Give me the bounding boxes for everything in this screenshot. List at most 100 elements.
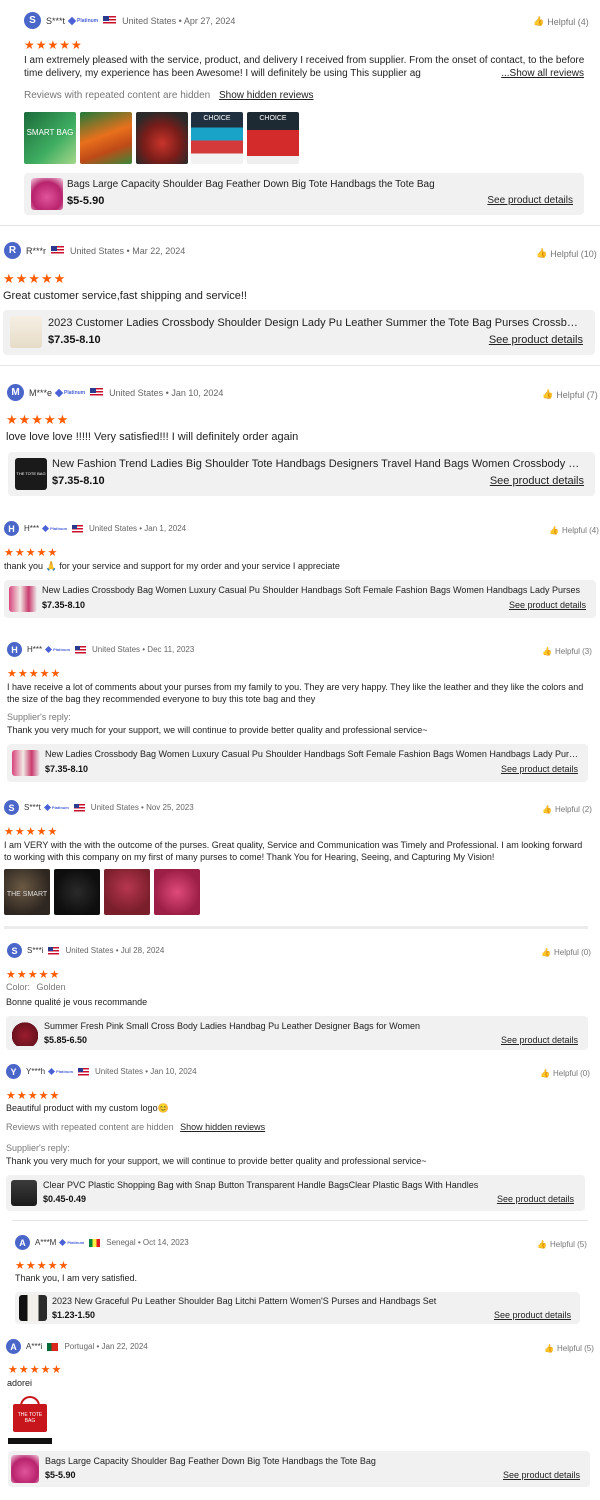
avatar: S bbox=[24, 12, 41, 29]
reviewer-location-date: Portugal • Jan 22, 2024 bbox=[64, 1342, 148, 1351]
product-thumbnail bbox=[12, 750, 40, 776]
helpful-button[interactable]: 👍 Helpful (4) bbox=[533, 16, 589, 27]
product-title[interactable]: New Ladies Crossbody Bag Women Luxury Ca… bbox=[45, 749, 579, 759]
star-rating: ★★★★★ bbox=[6, 969, 61, 981]
helpful-button[interactable]: 👍 Helpful (4) bbox=[549, 526, 599, 535]
review-photo[interactable] bbox=[80, 112, 132, 164]
review-photo[interactable] bbox=[104, 869, 150, 915]
see-product-details-link[interactable]: See product details bbox=[487, 195, 573, 206]
helpful-button[interactable]: 👍 Helpful (2) bbox=[542, 805, 592, 814]
product-card[interactable]: New Ladies Crossbody Bag Women Luxury Ca… bbox=[7, 744, 588, 782]
review-text: Bonne qualité je vous recommande bbox=[6, 997, 148, 1007]
diamond-icon bbox=[42, 524, 50, 533]
product-card[interactable]: Bags Large Capacity Shoulder Bag Feather… bbox=[24, 173, 584, 215]
avatar: A bbox=[6, 1339, 21, 1354]
avatar: R bbox=[4, 242, 21, 259]
diamond-icon bbox=[43, 803, 51, 812]
product-title[interactable]: New Ladies Crossbody Bag Women Luxury Ca… bbox=[42, 585, 588, 595]
product-price: $5-5.90 bbox=[45, 1470, 76, 1480]
reviewer-location-date: United States • Jan 10, 2024 bbox=[109, 387, 224, 398]
product-card[interactable]: New Ladies Crossbody Bag Women Luxury Ca… bbox=[4, 580, 596, 618]
review-text: Thank you, I am very satisfied. bbox=[15, 1273, 138, 1283]
product-card[interactable]: Clear PVC Plastic Shopping Bag with Snap… bbox=[6, 1175, 585, 1211]
platinum-badge: Platinum bbox=[43, 803, 69, 812]
reviewer-location-date: United States • Dec 11, 2023 bbox=[92, 645, 195, 654]
flag-icon bbox=[73, 803, 85, 812]
product-price: $7.35-8.10 bbox=[45, 764, 89, 774]
product-card[interactable]: Bags Large Capacity Shoulder Bag Feather… bbox=[8, 1451, 590, 1487]
review-text: Great customer service,fast shipping and… bbox=[3, 290, 247, 302]
supplier-reply-text: Thank you very much for your support, we… bbox=[6, 1156, 427, 1166]
product-card[interactable]: 2023 Customer Ladies Crossbody Shoulder … bbox=[3, 310, 595, 355]
review-photo[interactable] bbox=[136, 112, 188, 164]
review-text: thank you 🙏 for your service and support… bbox=[4, 561, 340, 571]
color-variant: Color: Golden bbox=[6, 982, 66, 992]
product-thumbnail bbox=[19, 1295, 47, 1321]
product-title[interactable]: Bags Large Capacity Shoulder Bag Feather… bbox=[67, 179, 572, 190]
product-card[interactable]: 2023 New Graceful Pu Leather Shoulder Ba… bbox=[15, 1292, 580, 1324]
product-title[interactable]: Bags Large Capacity Shoulder Bag Feather… bbox=[45, 1456, 575, 1466]
flag-icon bbox=[103, 16, 117, 25]
see-product-details-link[interactable]: See product details bbox=[494, 1310, 571, 1320]
see-product-details-link[interactable]: See product details bbox=[501, 1035, 578, 1045]
see-product-details-link[interactable]: See product details bbox=[501, 764, 578, 774]
hidden-reviews-note: Reviews with repeated content are hidden… bbox=[6, 1122, 266, 1132]
product-title[interactable]: Summer Fresh Pink Small Cross Body Ladie… bbox=[44, 1021, 574, 1031]
show-all-reviews-link[interactable]: ...Show all reviews bbox=[501, 67, 584, 80]
avatar: S bbox=[7, 943, 22, 958]
product-title[interactable]: New Fashion Trend Ladies Big Shoulder To… bbox=[52, 458, 585, 470]
flag-icon bbox=[48, 946, 60, 955]
show-hidden-reviews-link[interactable]: Show hidden reviews bbox=[219, 90, 314, 101]
reviewer-location-date: United States • Mar 22, 2024 bbox=[70, 245, 186, 256]
review-photo[interactable] bbox=[154, 869, 200, 915]
product-title[interactable]: Clear PVC Plastic Shopping Bag with Snap… bbox=[43, 1180, 573, 1190]
star-rating: ★★★★★ bbox=[4, 547, 59, 559]
show-hidden-reviews-link[interactable]: Show hidden reviews bbox=[180, 1122, 265, 1132]
review-photo[interactable]: CHOICE bbox=[191, 112, 243, 164]
helpful-button[interactable]: 👍 Helpful (3) bbox=[542, 647, 592, 656]
diamond-icon bbox=[67, 16, 77, 25]
reviewer-location-date: United States • Jul 28, 2024 bbox=[65, 946, 165, 955]
divider bbox=[12, 1220, 588, 1221]
thumbs-up-icon: 👍 bbox=[549, 526, 559, 535]
reviewer-name: R***r bbox=[26, 245, 47, 256]
helpful-button[interactable]: 👍 Helpful (5) bbox=[537, 1240, 587, 1249]
review-photo[interactable] bbox=[54, 869, 100, 915]
see-product-details-link[interactable]: See product details bbox=[503, 1470, 580, 1480]
product-title[interactable]: 2023 New Graceful Pu Leather Shoulder Ba… bbox=[52, 1296, 572, 1306]
product-price: $5-5.90 bbox=[67, 195, 105, 207]
reviewer-name: S***i bbox=[27, 946, 44, 955]
avatar: Y bbox=[6, 1064, 21, 1079]
helpful-button[interactable]: 👍 Helpful (0) bbox=[541, 948, 591, 957]
review-photo[interactable]: THE TOTE BAG bbox=[8, 1394, 52, 1436]
helpful-button[interactable]: 👍 Helpful (7) bbox=[542, 389, 598, 400]
product-thumbnail bbox=[9, 586, 37, 612]
product-card[interactable]: Summer Fresh Pink Small Cross Body Ladie… bbox=[6, 1016, 588, 1050]
flag-icon bbox=[72, 524, 84, 533]
product-title[interactable]: 2023 Customer Ladies Crossbody Shoulder … bbox=[48, 317, 580, 329]
see-product-details-link[interactable]: See product details bbox=[489, 334, 583, 346]
product-thumbnail bbox=[10, 316, 42, 348]
reviewer-name: S***t bbox=[24, 803, 41, 812]
see-product-details-link[interactable]: See product details bbox=[509, 600, 586, 610]
thumbs-up-icon: 👍 bbox=[537, 1240, 547, 1249]
star-rating: ★★★★★ bbox=[6, 1090, 61, 1102]
star-rating: ★★★★★ bbox=[24, 38, 83, 52]
review-photo[interactable]: THE SMART bbox=[4, 869, 50, 915]
review-text: I am VERY with the with the outcome of t… bbox=[4, 840, 583, 862]
see-product-details-link[interactable]: See product details bbox=[497, 1194, 574, 1204]
product-card[interactable]: THE TOTE BAG New Fashion Trend Ladies Bi… bbox=[8, 452, 595, 496]
review-photo[interactable]: CHOICE bbox=[247, 112, 299, 164]
avatar: S bbox=[4, 800, 19, 815]
helpful-button[interactable]: 👍 Helpful (10) bbox=[536, 248, 597, 259]
review-photo[interactable]: SMART BAG bbox=[24, 112, 76, 164]
diamond-icon bbox=[45, 645, 53, 654]
see-product-details-link[interactable]: See product details bbox=[490, 475, 584, 487]
helpful-button[interactable]: 👍 Helpful (0) bbox=[540, 1069, 590, 1078]
reviewer-location-date: United States • Nov 25, 2023 bbox=[90, 803, 194, 812]
redacted-bar bbox=[8, 1438, 52, 1444]
helpful-button[interactable]: 👍 Helpful (5) bbox=[544, 1344, 594, 1353]
star-rating: ★★★★★ bbox=[4, 826, 59, 838]
reviewer-location-date: Senegal • Oct 14, 2023 bbox=[106, 1238, 189, 1247]
avatar: A bbox=[15, 1235, 30, 1250]
